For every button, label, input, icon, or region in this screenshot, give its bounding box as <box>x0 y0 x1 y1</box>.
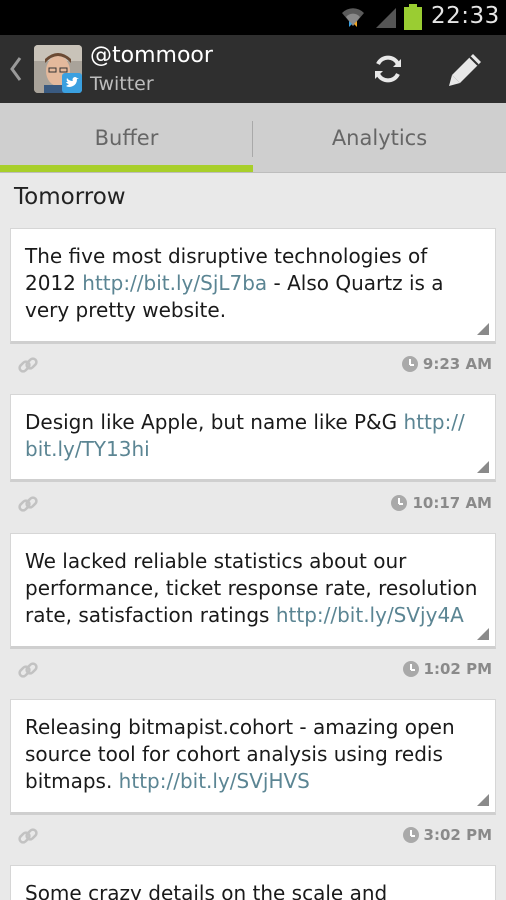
scheduled-time: 9:23 AM <box>401 355 492 373</box>
tab-buffer[interactable]: Buffer <box>0 103 253 173</box>
refresh-icon <box>375 55 401 83</box>
scheduled-time: 3:02 PM <box>402 826 492 844</box>
queued-post-card[interactable]: Some crazy details on the scale and <box>10 865 496 900</box>
link-chain-icon[interactable] <box>16 492 40 516</box>
time-label: 3:02 PM <box>423 826 492 844</box>
battery-icon <box>404 4 422 30</box>
status-bar: 22:33 <box>0 0 506 35</box>
scheduled-time: 10:17 AM <box>391 494 492 512</box>
post-text: The five most disruptive technologies of… <box>25 243 481 324</box>
post-meta: 9:23 AM <box>10 351 496 381</box>
card-corner-indicator <box>477 323 489 335</box>
link-chain-icon[interactable] <box>16 353 40 377</box>
twitter-bird-icon <box>62 73 82 93</box>
compose-pencil-icon <box>449 54 481 86</box>
post-meta: 3:02 PM <box>10 822 496 852</box>
post-link[interactable]: http://bit.ly/SVjy4A <box>276 603 464 627</box>
queued-post-card[interactable]: The five most disruptive technologies of… <box>10 228 496 344</box>
post-body: Design like Apple, but name like P&G <box>25 410 404 434</box>
clock-icon <box>391 495 408 511</box>
queued-post-card[interactable]: Design like Apple, but name like P&G htt… <box>10 394 496 482</box>
time-label: 9:23 AM <box>422 355 492 373</box>
post-body: Some crazy details on the scale and <box>25 881 388 900</box>
queued-post-card[interactable]: We lacked reliable statistics about our … <box>10 533 496 649</box>
post-link[interactable]: http://bit.ly/SjL7ba <box>82 271 267 295</box>
queued-post-card[interactable]: Releasing bitmapist.cohort - amazing ope… <box>10 699 496 815</box>
account-handle: @tommoor <box>90 43 213 68</box>
post-text: Some crazy details on the scale and <box>25 880 481 900</box>
post-text: Releasing bitmapist.cohort - amazing ope… <box>25 714 481 795</box>
clock-icon <box>401 356 418 372</box>
card-corner-indicator <box>477 461 489 473</box>
scheduled-time: 1:02 PM <box>402 660 492 678</box>
link-chain-icon[interactable] <box>16 658 40 682</box>
post-meta: 1:02 PM <box>10 656 496 686</box>
time-label: 1:02 PM <box>423 660 492 678</box>
account-service: Twitter <box>90 73 154 95</box>
time-label: 10:17 AM <box>412 494 492 512</box>
post-text: We lacked reliable statistics about our … <box>25 548 481 629</box>
post-meta: 10:17 AM <box>10 490 496 520</box>
back-chevron-icon[interactable] <box>8 55 24 83</box>
link-chain-icon[interactable] <box>16 824 40 848</box>
clock-icon <box>402 661 419 677</box>
tab-bar: Buffer Analytics <box>0 103 506 173</box>
card-corner-indicator <box>477 794 489 806</box>
action-bar: @tommoor Twitter <box>0 35 506 103</box>
selected-tab-indicator <box>0 165 253 172</box>
clock-icon <box>402 827 419 843</box>
post-text: Design like Apple, but name like P&G htt… <box>25 409 481 463</box>
wifi-icon <box>342 8 364 27</box>
signal-icon <box>376 8 396 28</box>
tab-analytics[interactable]: Analytics <box>253 103 506 173</box>
post-link[interactable]: http://bit.ly/SVjHVS <box>119 769 310 793</box>
compose-button[interactable] <box>440 45 492 93</box>
status-time: 22:33 <box>431 3 500 29</box>
card-corner-indicator <box>477 628 489 640</box>
section-heading: Tomorrow <box>14 184 126 210</box>
refresh-button[interactable] <box>362 47 414 91</box>
